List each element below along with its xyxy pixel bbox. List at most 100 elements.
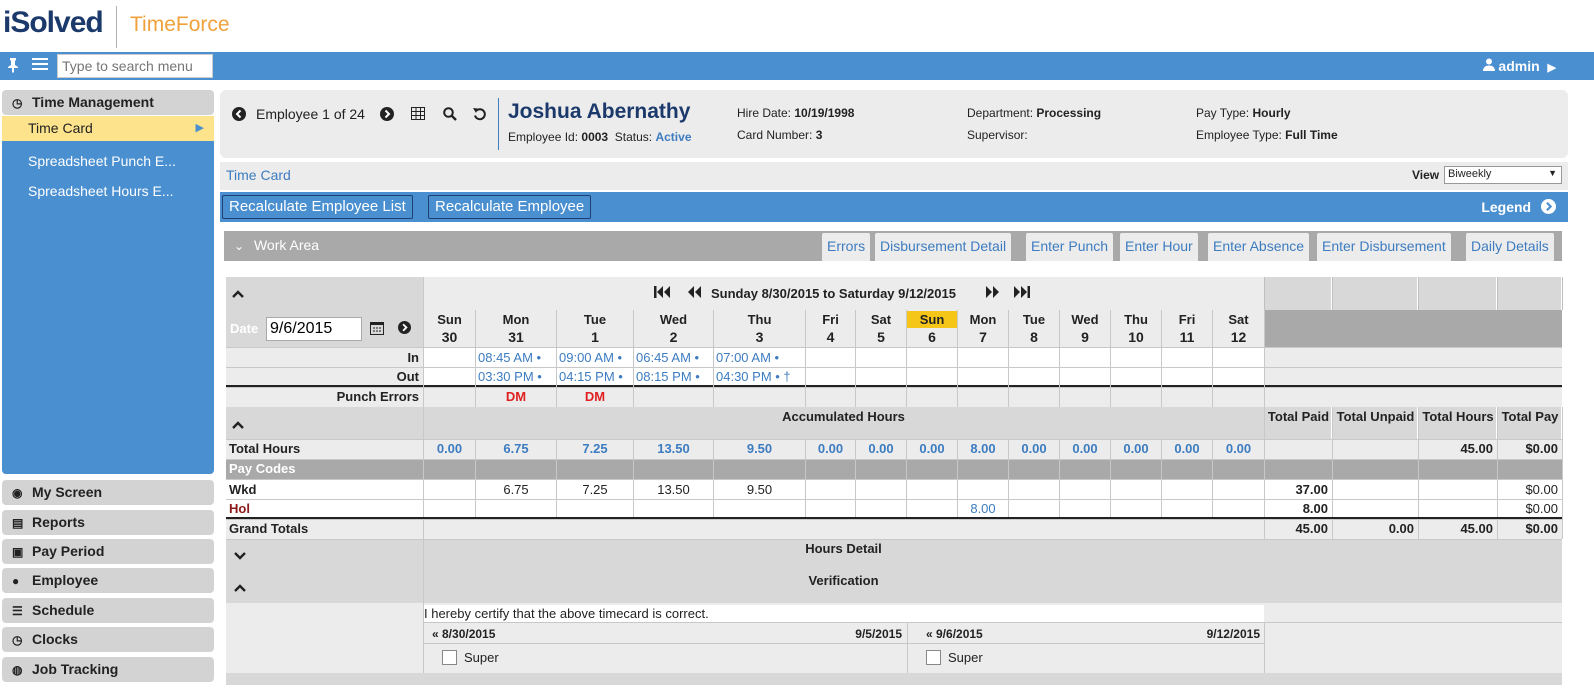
date-input[interactable] — [266, 317, 362, 341]
collapse-header-cell — [226, 277, 423, 310]
totals-header-blank — [1265, 277, 1331, 310]
legend-button[interactable]: Legend — [1481, 199, 1556, 215]
day-total-hours[interactable]: 0.00 — [1060, 439, 1110, 459]
previous-period-icon — [688, 286, 701, 298]
nav-schedule[interactable]: ☰ Schedule — [2, 598, 214, 623]
next-period-button[interactable] — [984, 285, 1002, 303]
nav-spreadsheet-punch[interactable]: Spreadsheet Punch E... — [2, 149, 214, 174]
undo-icon[interactable] — [473, 107, 487, 124]
hours-detail-toggle[interactable] — [234, 550, 254, 564]
period-2-start[interactable]: « 9/6/2015 — [926, 626, 1076, 642]
out-punch[interactable]: 08:15 PM • — [636, 368, 713, 385]
view-label: View — [1412, 168, 1440, 182]
day-total-hours[interactable]: 0.00 — [907, 439, 957, 459]
nav-employee[interactable]: ● Employee — [2, 568, 214, 593]
nav-job-tracking[interactable]: ◍ Job Tracking — [2, 657, 214, 682]
tab-errors[interactable]: Errors — [822, 233, 871, 261]
day-total-hours[interactable]: 6.75 — [476, 439, 556, 459]
day-column-line — [957, 347, 958, 387]
timecard-grid: Sunday 8/30/2015 to Saturday 9/12/2015 Da… — [226, 277, 1563, 685]
verification-footer — [226, 673, 1562, 685]
tab-enter-absence[interactable]: Enter Absence — [1208, 233, 1310, 261]
nav-reports[interactable]: ▤ Reports — [2, 510, 214, 535]
day-of-week: Mon — [502, 312, 530, 327]
date-go-button[interactable] — [398, 321, 414, 337]
hamburger-menu-icon[interactable] — [32, 57, 48, 75]
logo-separator — [116, 6, 117, 48]
in-cell-bg — [1060, 348, 1110, 367]
search-icon[interactable] — [443, 107, 457, 124]
nav-pay-period[interactable]: ▣ Pay Period — [2, 539, 214, 564]
day-total-hours[interactable]: 0.00 — [856, 439, 906, 459]
in-punch[interactable]: 07:00 AM • — [716, 348, 805, 367]
row-line — [226, 499, 1562, 500]
in-punch[interactable]: 08:45 AM • — [478, 348, 556, 367]
accumulated-hours-label: Accumulated Hours — [782, 409, 905, 424]
collapse-all-toggle[interactable] — [232, 285, 252, 303]
punch-error-code[interactable]: DM — [557, 387, 633, 407]
day-total-hours[interactable]: 0.00 — [424, 439, 475, 459]
previous-employee-button[interactable] — [232, 107, 246, 124]
in-punch[interactable]: 09:00 AM • — [559, 348, 633, 367]
punch-error-code[interactable]: DM — [476, 387, 556, 407]
accum-collapse-toggle[interactable] — [232, 418, 252, 432]
tab-disbursement-detail[interactable]: Disbursement Detail — [875, 233, 1012, 261]
total-column-line — [1264, 277, 1265, 310]
day-total-hours[interactable]: 0.00 — [1162, 439, 1212, 459]
hol-hours[interactable]: 8.00 — [958, 500, 1008, 517]
grand-total: 45.00 — [1460, 521, 1493, 536]
employee-type: Employee Type: Full Time — [1196, 128, 1338, 142]
calendar-icon[interactable] — [370, 321, 386, 337]
tab-enter-hour[interactable]: Enter Hour — [1120, 233, 1198, 261]
nav-spreadsheet-hours[interactable]: Spreadsheet Hours E... — [2, 179, 214, 204]
recalculate-employee-button[interactable]: Recalculate Employee — [428, 195, 592, 219]
day-total-hours[interactable]: 8.00 — [958, 439, 1008, 459]
nav-my-screen[interactable]: ◉ My Screen — [2, 480, 214, 505]
day-column-line — [1110, 347, 1111, 387]
grand-total: 0.00 — [1388, 521, 1414, 536]
user-menu[interactable]: admin ▶ — [1482, 58, 1556, 74]
nav-time-card[interactable]: Time Card ▶ — [2, 116, 214, 141]
out-punch[interactable]: 04:15 PM • — [559, 368, 633, 385]
day-total-hours[interactable]: 0.00 — [806, 439, 855, 459]
day-of-week: Thu — [1124, 312, 1148, 327]
nav-time-management[interactable]: ◷ Time Management — [2, 90, 214, 115]
tab-enter-punch[interactable]: Enter Punch — [1026, 233, 1114, 261]
day-total-hours[interactable]: 0.00 — [1213, 439, 1264, 459]
in-punch[interactable]: 06:45 AM • — [636, 348, 713, 367]
in-label: In — [407, 350, 419, 365]
previous-period-button[interactable] — [687, 285, 705, 303]
day-column-line — [906, 347, 907, 387]
day-total-hours[interactable]: 0.00 — [1111, 439, 1161, 459]
recalculate-employee-list-button[interactable]: Recalculate Employee List — [222, 195, 413, 219]
day-column-line — [1059, 347, 1060, 387]
timecard-titlebar — [220, 162, 1568, 190]
out-punch[interactable]: 03:30 PM • — [478, 368, 556, 385]
next-employee-button[interactable] — [380, 107, 394, 124]
day-of-week: Wed — [659, 312, 688, 327]
menu-search-input[interactable] — [57, 54, 213, 78]
day-of-week: Thu — [747, 312, 772, 327]
day-total-hours[interactable]: 7.25 — [557, 439, 633, 459]
work-area-toggle[interactable]: ⌄ Work Area — [234, 237, 319, 253]
day-total-hours[interactable]: 9.50 — [714, 439, 805, 459]
nav-clocks[interactable]: ◷ Clocks — [2, 627, 214, 652]
super-checkbox-2[interactable] — [926, 650, 941, 665]
in-cell-bg — [1009, 348, 1059, 367]
day-total-hours[interactable]: 13.50 — [634, 439, 713, 459]
grid-icon[interactable] — [411, 107, 425, 123]
paycode-wkd-label: Wkd — [229, 482, 257, 497]
out-punch[interactable]: 04:30 PM • † — [716, 368, 805, 385]
tab-daily-details[interactable]: Daily Details — [1466, 233, 1554, 261]
hours-detail-blank — [1264, 539, 1562, 571]
verification-toggle[interactable] — [234, 581, 254, 595]
super-checkbox-1[interactable] — [442, 650, 457, 665]
first-period-button[interactable] — [654, 285, 672, 303]
tab-enter-disbursement[interactable]: Enter Disbursement — [1317, 233, 1451, 261]
last-period-button[interactable] — [1014, 285, 1032, 303]
users-icon: ● — [12, 574, 20, 588]
pin-icon[interactable] — [6, 57, 20, 77]
day-total-hours[interactable]: 0.00 — [1009, 439, 1059, 459]
view-select[interactable]: Biweekly ▼ — [1444, 166, 1562, 184]
period-1-start[interactable]: « 8/30/2015 — [432, 626, 582, 642]
